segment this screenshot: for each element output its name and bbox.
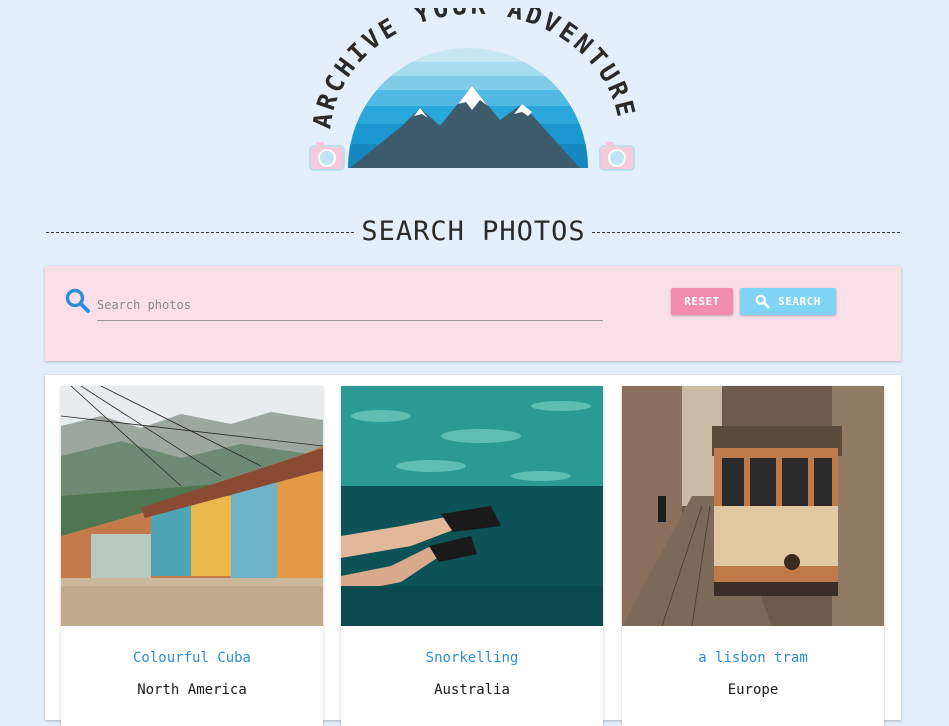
photo-region: North America — [137, 682, 247, 698]
photo-card[interactable]: Snorkelling Australia — [341, 386, 603, 726]
photo-title[interactable]: Snorkelling — [341, 650, 603, 666]
photo-card[interactable]: Colourful Cuba North America — [61, 386, 323, 726]
site-logo[interactable]: ARCHIVE YOUR ADVENTURE — [290, 0, 660, 178]
photo-lisbon-tram[interactable] — [622, 386, 884, 626]
search-panel: RESET SEARCH — [45, 266, 901, 361]
camera-icon-right — [599, 142, 635, 171]
photo-region: Europe — [727, 682, 779, 698]
photo-title[interactable]: Colourful Cuba — [61, 650, 323, 666]
page-title: SEARCH PHOTOS — [361, 216, 586, 247]
search-input[interactable] — [97, 290, 603, 321]
search-button[interactable]: SEARCH — [740, 288, 836, 315]
logo-graphic: ARCHIVE YOUR ADVENTURE — [307, 0, 638, 171]
reset-button-label: RESET — [684, 295, 720, 308]
photo-cuba[interactable] — [61, 386, 323, 626]
photo-region: Australia — [434, 682, 510, 698]
search-icon — [755, 294, 770, 309]
photo-title[interactable]: a lisbon tram — [622, 650, 884, 666]
reset-button[interactable]: RESET — [671, 288, 733, 315]
photo-snorkelling[interactable] — [341, 386, 603, 626]
section-header: SEARCH PHOTOS — [46, 212, 901, 252]
search-button-label: SEARCH — [778, 295, 821, 308]
search-icon — [65, 288, 90, 313]
camera-icon-left — [309, 142, 345, 171]
results-panel: Colourful Cuba North America Snorkelling… — [45, 375, 901, 726]
photo-card[interactable]: a lisbon tram Europe — [622, 386, 884, 726]
